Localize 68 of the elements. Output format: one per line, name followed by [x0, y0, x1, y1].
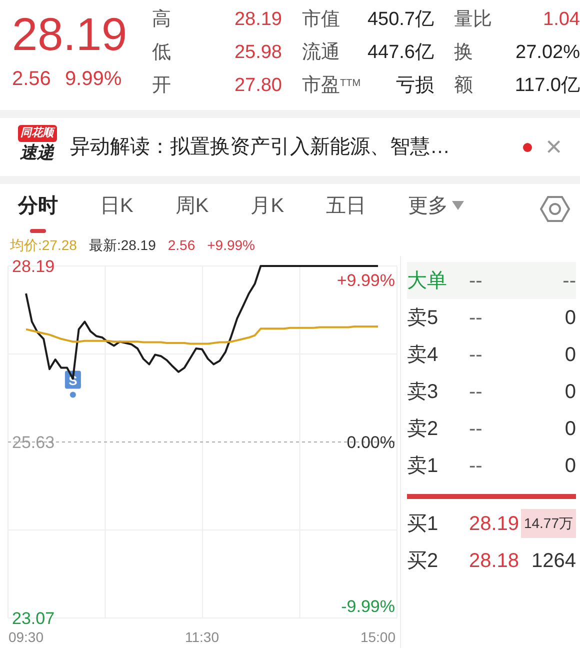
time-label: 15:00 — [360, 629, 396, 645]
order-price: -- — [469, 306, 484, 330]
ask-label: 卖1 — [407, 454, 440, 478]
order-volume: 0 — [564, 380, 576, 404]
axis-label: 28.19 — [12, 257, 55, 276]
big-order-label: 大单 — [407, 268, 448, 294]
price-change: 2.56 — [168, 236, 196, 255]
axis-label: -9.99% — [341, 597, 395, 616]
tab[interactable]: 周K — [175, 185, 209, 233]
order-price: -- — [469, 380, 484, 404]
order-volume: 0 — [564, 342, 576, 368]
order-volume: 0 — [564, 416, 576, 442]
latest-price: 最新:28.19 — [88, 236, 156, 255]
stat-label: 开 — [152, 74, 172, 98]
news-headline[interactable]: 异动解读：拟置换资产引入新能源、智慧… — [70, 132, 513, 162]
time-label: 11:30 — [185, 629, 219, 645]
order-volume: 1264 — [532, 548, 576, 574]
tab[interactable]: 分时 — [18, 185, 58, 233]
ask-label: 卖3 — [407, 380, 440, 404]
stat-value: 27.80 — [234, 74, 282, 98]
bid-label: 买1 — [407, 512, 440, 536]
stat-label: 高 — [152, 8, 172, 32]
stat-label: 流通 — [301, 41, 341, 65]
stat-label: 低 — [152, 41, 172, 65]
stat-value: 27.02% — [516, 41, 580, 65]
axis-label: 23.07 — [12, 609, 55, 628]
average-price: 均价:27.28 — [10, 236, 77, 255]
order-price: 28.18 — [469, 548, 519, 574]
stat-value: 1.04 — [543, 8, 580, 32]
stat-value: 450.7亿 — [367, 8, 434, 32]
order-volume: 0 — [564, 306, 576, 330]
percent-change: +9.99% — [207, 236, 255, 255]
stock-price: 28.19 — [12, 7, 128, 62]
stat-value: 447.6亿 — [367, 41, 434, 65]
stat-label: 额 — [453, 74, 474, 98]
order-price: -- — [469, 268, 484, 294]
stat-label: 量比 — [453, 8, 492, 32]
bid-label: 买2 — [407, 548, 440, 574]
settings-icon[interactable] — [540, 194, 570, 224]
stat-label: 市值 — [301, 8, 341, 32]
order-volume: -- — [562, 268, 576, 294]
order-price: 28.19 — [469, 512, 519, 536]
axis-label: 0.00% — [346, 433, 395, 452]
order-price: -- — [469, 416, 484, 442]
time-label: 09:30 — [8, 629, 44, 645]
stat-value: 25.98 — [234, 41, 282, 65]
ask-label: 卖5 — [407, 306, 440, 330]
stat-value: 28.19 — [234, 8, 282, 32]
price-change: 2.56 — [12, 67, 51, 92]
ask-label: 卖2 — [407, 416, 440, 442]
stat-value: 亏损 — [396, 74, 434, 98]
logo-badge: 同花顺 — [18, 125, 56, 142]
stat-label: 换 — [453, 41, 474, 65]
tab[interactable]: 五日 — [326, 185, 366, 233]
logo-text: 速递 — [20, 142, 54, 164]
order-price: -- — [469, 342, 484, 368]
stat-value: 117.0亿 — [514, 74, 580, 98]
percent-change: 9.99% — [64, 67, 122, 92]
tab[interactable]: 月K — [250, 185, 284, 233]
order-price: -- — [469, 454, 484, 478]
tab[interactable]: 更多 — [408, 185, 464, 233]
order-volume: 0 — [564, 454, 576, 478]
axis-label: 25.63 — [12, 433, 55, 452]
axis-label: +9.99% — [336, 271, 395, 290]
order-volume: 14.77万 — [520, 509, 576, 538]
ask-label: 卖4 — [407, 342, 440, 368]
tab[interactable]: 日K — [100, 185, 134, 233]
stat-label: 市盈$^{TTM}$ — [301, 74, 362, 98]
